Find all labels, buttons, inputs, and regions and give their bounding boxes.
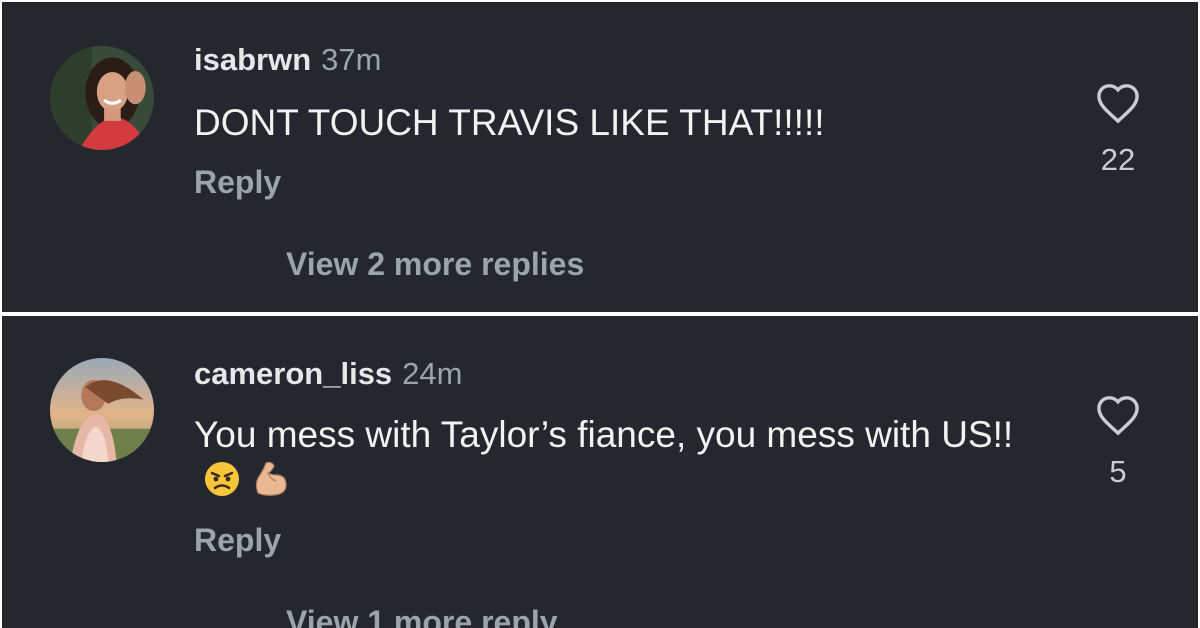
angry-face-emoji [202,459,242,499]
username-text[interactable]: isabrwn [194,42,311,77]
flexed-biceps-emoji [250,459,290,499]
comment-timestamp: 37m [321,42,382,77]
comment-body: You mess with Taylor’s fiance, you mess … [194,412,1014,504]
comment-author[interactable]: cameron_liss 24m [194,356,462,392]
like-control: 5 [1088,394,1148,490]
comment-item: cameron_liss 24m You mess with Taylor’s f… [2,316,1198,628]
heart-icon[interactable] [1095,82,1141,124]
user-avatar[interactable] [50,46,154,150]
comment-item: isabrwn 37m DONT TOUCH TRAVIS LIKE THAT!!… [2,2,1198,312]
heart-icon[interactable] [1095,394,1141,436]
comment-timestamp: 24m [402,356,463,391]
view-more-replies-link[interactable]: View 2 more replies [286,246,584,283]
username-text[interactable]: cameron_liss [194,356,392,391]
view-more-replies-link[interactable]: View 1 more reply [286,604,558,628]
like-count: 5 [1109,454,1127,489]
like-control: 22 [1088,82,1148,178]
comment-body: DONT TOUCH TRAVIS LIKE THAT!!!!! [194,102,825,143]
comment-body-text: You mess with Taylor’s fiance, you mess … [194,414,1014,455]
reply-button[interactable]: Reply [194,522,281,559]
user-avatar[interactable] [50,358,154,462]
avatar-photo-icon [50,358,154,462]
reply-button[interactable]: Reply [194,164,281,201]
like-count: 22 [1100,142,1136,177]
comment-author[interactable]: isabrwn 37m [194,42,381,78]
angry-face-icon [205,462,239,496]
flexed-biceps-icon [255,461,287,496]
avatar-photo-icon [50,46,154,150]
